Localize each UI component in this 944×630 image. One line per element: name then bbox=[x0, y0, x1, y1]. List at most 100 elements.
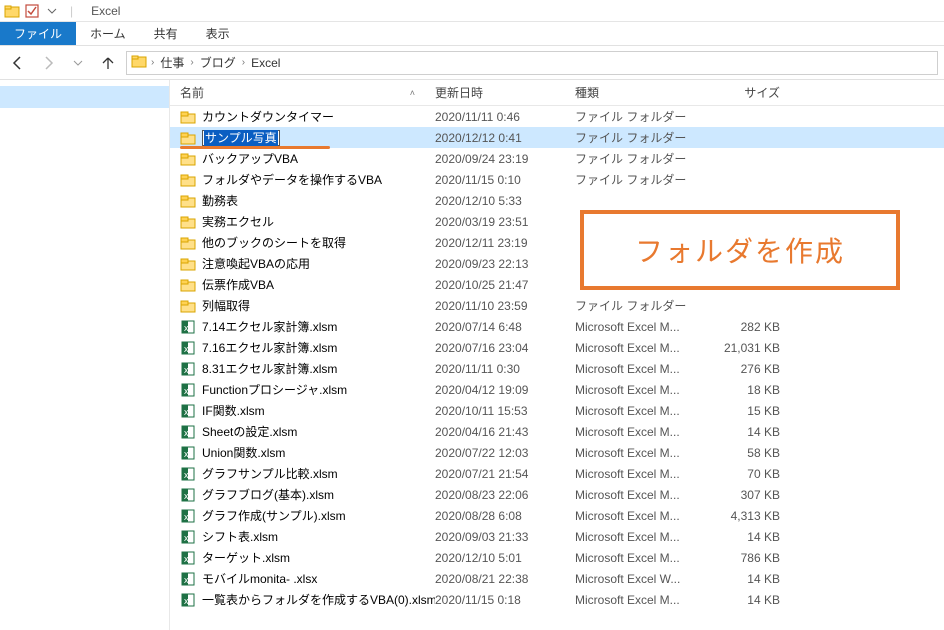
cell-type: Microsoft Excel M... bbox=[575, 593, 710, 607]
cell-name[interactable]: xターゲット.xlsm bbox=[180, 549, 435, 566]
breadcrumb-seg-3[interactable]: Excel bbox=[249, 56, 282, 70]
cell-size: 14 KB bbox=[710, 593, 790, 607]
cell-name[interactable]: x8.31エクセル家計簿.xlsm bbox=[180, 360, 435, 377]
file-name-label: IF関数.xlsm bbox=[202, 402, 265, 419]
qat-save-icon[interactable] bbox=[24, 3, 40, 19]
cell-name[interactable]: xグラフサンプル比較.xlsm bbox=[180, 465, 435, 482]
list-item[interactable]: x一覧表からフォルダを作成するVBA(0).xlsm2020/11/15 0:1… bbox=[170, 589, 944, 610]
list-item[interactable]: xモバイルmonita- .xlsx2020/08/21 22:38Micros… bbox=[170, 568, 944, 589]
file-name-label: 7.14エクセル家計簿.xlsm bbox=[202, 318, 337, 335]
cell-size: 14 KB bbox=[710, 530, 790, 544]
list-item[interactable]: xFunctionプロシージャ.xlsm2020/04/12 19:09Micr… bbox=[170, 379, 944, 400]
list-item[interactable]: xグラフブログ(基本).xlsm2020/08/23 22:06Microsof… bbox=[170, 484, 944, 505]
annotation-underline bbox=[180, 146, 330, 149]
list-item[interactable]: xSheetの設定.xlsm2020/04/16 21:43Microsoft … bbox=[170, 421, 944, 442]
chevron-right-icon[interactable]: › bbox=[190, 57, 193, 68]
nav-up[interactable] bbox=[96, 51, 120, 75]
svg-text:x: x bbox=[184, 386, 189, 396]
cell-name[interactable]: 他のブックのシートを取得 bbox=[180, 234, 435, 251]
cell-name[interactable]: x Functionプロシージャ.xlsm bbox=[180, 381, 435, 398]
cell-name[interactable]: バックアップVBA bbox=[180, 150, 435, 167]
cell-date: 2020/11/11 0:46 bbox=[435, 110, 575, 124]
cell-date: 2020/08/28 6:08 bbox=[435, 509, 575, 523]
file-name-label: シフト表.xlsm bbox=[202, 528, 278, 545]
list-item[interactable]: xIF関数.xlsm2020/10/11 15:53Microsoft Exce… bbox=[170, 400, 944, 421]
header-name[interactable]: 名前 ˄ bbox=[180, 84, 435, 101]
cell-name[interactable]: 伝票作成VBA bbox=[180, 276, 435, 293]
tab-file[interactable]: ファイル bbox=[0, 22, 76, 45]
rename-input[interactable]: サンプル写真 bbox=[202, 130, 280, 146]
titlebar: | Excel bbox=[0, 0, 944, 22]
tab-view[interactable]: 表示 bbox=[192, 22, 244, 45]
cell-name[interactable]: 実務エクセル bbox=[180, 213, 435, 230]
chevron-right-icon[interactable]: › bbox=[151, 57, 154, 68]
cell-type: Microsoft Excel M... bbox=[575, 362, 710, 376]
list-item[interactable]: x7.14エクセル家計簿.xlsm2020/07/14 6:48Microsof… bbox=[170, 316, 944, 337]
breadcrumb-seg-1[interactable]: 仕事 bbox=[158, 54, 186, 71]
cell-type: Microsoft Excel M... bbox=[575, 509, 710, 523]
cell-date: 2020/09/03 21:33 bbox=[435, 530, 575, 544]
cell-name[interactable]: 勤務表 bbox=[180, 192, 435, 209]
nav-forward[interactable] bbox=[36, 51, 60, 75]
cell-name[interactable]: フォルダやデータを操作するVBA bbox=[180, 171, 435, 188]
cell-name[interactable]: xシフト表.xlsm bbox=[180, 528, 435, 545]
cell-date: 2020/11/10 23:59 bbox=[435, 299, 575, 313]
cell-date: 2020/12/11 23:19 bbox=[435, 236, 575, 250]
list-item[interactable]: x7.16エクセル家計簿.xlsm2020/07/16 23:04Microso… bbox=[170, 337, 944, 358]
cell-name[interactable]: x7.16エクセル家計簿.xlsm bbox=[180, 339, 435, 356]
tab-home[interactable]: ホーム bbox=[76, 22, 140, 45]
tab-share[interactable]: 共有 bbox=[140, 22, 192, 45]
breadcrumb-seg-2[interactable]: ブログ bbox=[198, 54, 238, 71]
header-type[interactable]: 種類 bbox=[575, 84, 710, 101]
list-item[interactable]: カウントダウンタイマー2020/11/11 0:46ファイル フォルダー bbox=[170, 106, 944, 127]
list-item[interactable]: x8.31エクセル家計簿.xlsm2020/11/11 0:30Microsof… bbox=[170, 358, 944, 379]
list-item[interactable]: 列幅取得2020/11/10 23:59ファイル フォルダー bbox=[170, 295, 944, 316]
file-name-label: 注意喚起VBAの応用 bbox=[202, 255, 310, 272]
file-name-label: 実務エクセル bbox=[202, 213, 274, 230]
cell-name[interactable]: xUnion関数.xlsm bbox=[180, 444, 435, 461]
breadcrumb[interactable]: › 仕事 › ブログ › Excel bbox=[126, 51, 938, 75]
file-name-label: 一覧表からフォルダを作成するVBA(0).xlsm bbox=[202, 591, 435, 608]
cell-name[interactable]: xSheetの設定.xlsm bbox=[180, 423, 435, 440]
cell-name[interactable]: xモバイルmonita- .xlsx bbox=[180, 570, 435, 587]
cell-name[interactable]: x7.14エクセル家計簿.xlsm bbox=[180, 318, 435, 335]
cell-name[interactable]: xグラフブログ(基本).xlsm bbox=[180, 486, 435, 503]
nav-tree[interactable] bbox=[0, 80, 170, 630]
svg-text:x: x bbox=[184, 344, 189, 354]
list-item[interactable]: フォルダやデータを操作するVBA2020/11/15 0:10ファイル フォルダ… bbox=[170, 169, 944, 190]
tree-item-selected[interactable] bbox=[0, 86, 169, 108]
list-item[interactable]: xシフト表.xlsm2020/09/03 21:33Microsoft Exce… bbox=[170, 526, 944, 547]
cell-name[interactable]: xIF関数.xlsm bbox=[180, 402, 435, 419]
cell-name[interactable]: カウントダウンタイマー bbox=[180, 108, 435, 125]
list-item[interactable]: 勤務表2020/12/10 5:33 bbox=[170, 190, 944, 211]
list-item[interactable]: xターゲット.xlsm2020/12/10 5:01Microsoft Exce… bbox=[170, 547, 944, 568]
annotation-callout-text: フォルダを作成 bbox=[635, 230, 845, 270]
list-item[interactable]: xグラフ作成(サンプル).xlsm2020/08/28 6:08Microsof… bbox=[170, 505, 944, 526]
file-name-label: グラフサンプル比較.xlsm bbox=[202, 465, 338, 482]
cell-name[interactable]: 注意喚起VBAの応用 bbox=[180, 255, 435, 272]
cell-type: Microsoft Excel M... bbox=[575, 341, 710, 355]
chevron-right-icon[interactable]: › bbox=[242, 57, 245, 68]
nav-recent-dropdown[interactable] bbox=[66, 51, 90, 75]
header-name-label: 名前 bbox=[180, 84, 204, 101]
cell-name[interactable]: 列幅取得 bbox=[180, 297, 435, 314]
cell-name[interactable]: xグラフ作成(サンプル).xlsm bbox=[180, 507, 435, 524]
svg-text:x: x bbox=[184, 491, 189, 501]
header-date[interactable]: 更新日時 bbox=[435, 84, 575, 101]
cell-name[interactable]: x一覧表からフォルダを作成するVBA(0).xlsm bbox=[180, 591, 435, 608]
cell-date: 2020/09/24 23:19 bbox=[435, 152, 575, 166]
list-item[interactable]: バックアップVBA2020/09/24 23:19ファイル フォルダー bbox=[170, 148, 944, 169]
cell-name[interactable]: サンプル写真 bbox=[180, 130, 435, 146]
cell-date: 2020/10/11 15:53 bbox=[435, 404, 575, 418]
breadcrumb-folder-icon bbox=[131, 53, 147, 72]
list-item[interactable]: xグラフサンプル比較.xlsm2020/07/21 21:54Microsoft… bbox=[170, 463, 944, 484]
column-headers: 名前 ˄ 更新日時 種類 サイズ bbox=[170, 80, 944, 106]
qat-dropdown-icon[interactable] bbox=[44, 3, 60, 19]
list-item[interactable]: サンプル写真2020/12/12 0:41ファイル フォルダー bbox=[170, 127, 944, 148]
list-item[interactable]: xUnion関数.xlsm2020/07/22 12:03Microsoft E… bbox=[170, 442, 944, 463]
header-size[interactable]: サイズ bbox=[710, 84, 790, 101]
file-name-label: Functionプロシージャ.xlsm bbox=[202, 381, 347, 398]
nav-back[interactable] bbox=[6, 51, 30, 75]
svg-text:x: x bbox=[184, 512, 189, 522]
file-name-label: 列幅取得 bbox=[202, 297, 250, 314]
